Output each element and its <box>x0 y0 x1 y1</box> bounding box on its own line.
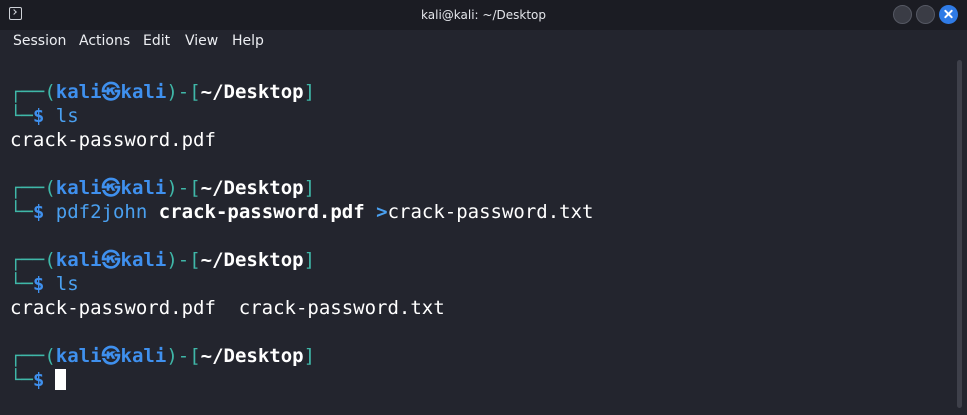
close-icon[interactable] <box>939 5 958 24</box>
command-redirect: > <box>376 201 388 223</box>
prompt-symbol: $ <box>32 201 45 223</box>
prompt-corner: ┌──( <box>10 249 56 271</box>
prompt-bracket-close: ] <box>303 177 316 199</box>
menu-bar: Session Actions Edit View Help <box>0 30 967 52</box>
prompt-corner-bottom: └─ <box>10 105 33 127</box>
prompt-corner-bottom: └─ <box>10 201 33 223</box>
terminal-window: kali@kali: ~/Desktop Session Actions Edi… <box>0 0 967 415</box>
prompt-path: ~/Desktop <box>200 81 304 103</box>
prompt-line: ┌──(kali㉿kali)-[~/Desktop] <box>10 80 315 104</box>
prompt-symbol: $ <box>32 273 45 295</box>
prompt-line: ┌──(kali㉿kali)-[~/Desktop] <box>10 248 315 272</box>
command-argument: crack-password.pdf <box>158 201 365 223</box>
title-bar[interactable]: kali@kali: ~/Desktop <box>0 0 967 30</box>
prompt-separator: ㉿ <box>101 249 121 271</box>
prompt-bracket: )-[ <box>166 177 201 199</box>
prompt-corner-bottom: └─ <box>10 369 33 391</box>
command-line: └─$ pdf2john crack-password.pdf >crack-p… <box>10 200 593 224</box>
prompt-corner-bottom: └─ <box>10 273 33 295</box>
prompt-line: ┌──(kali㉿kali)-[~/Desktop] <box>10 176 315 200</box>
menu-actions[interactable]: Actions <box>79 32 130 50</box>
prompt-user: kali <box>55 345 102 367</box>
prompt-bracket-close: ] <box>303 249 316 271</box>
menu-session[interactable]: Session <box>13 32 66 50</box>
command-line: └─$ ls <box>10 272 79 296</box>
command-output: crack-password.pdf crack-password.txt <box>10 296 445 320</box>
command-line: └─$ ls <box>10 104 79 128</box>
prompt-user: kali <box>55 177 102 199</box>
scrollbar[interactable] <box>957 60 962 408</box>
prompt-path: ~/Desktop <box>200 345 304 367</box>
prompt-path: ~/Desktop <box>200 177 304 199</box>
prompt-user: kali <box>55 249 102 271</box>
window-title: kali@kali: ~/Desktop <box>421 8 546 22</box>
output-text: crack-password.pdf crack-password.txt <box>10 297 445 319</box>
prompt-host: kali <box>120 249 167 271</box>
prompt-corner: ┌──( <box>10 345 56 367</box>
prompt-corner: ┌──( <box>10 81 56 103</box>
prompt-line: ┌──(kali㉿kali)-[~/Desktop] <box>10 344 315 368</box>
prompt-bracket: )-[ <box>166 249 201 271</box>
prompt-corner: ┌──( <box>10 177 56 199</box>
prompt-symbol: $ <box>32 369 45 391</box>
output-text: crack-password.pdf <box>10 129 216 151</box>
command-output: crack-password.pdf <box>10 128 216 152</box>
menu-help[interactable]: Help <box>232 32 264 50</box>
prompt-path: ~/Desktop <box>200 249 304 271</box>
command-text: ls <box>55 105 79 127</box>
prompt-user: kali <box>55 81 102 103</box>
command-program: pdf2john <box>55 201 148 223</box>
prompt-symbol: $ <box>32 105 45 127</box>
text-cursor <box>55 369 67 390</box>
menu-view[interactable]: View <box>185 32 218 50</box>
prompt-bracket: )-[ <box>166 81 201 103</box>
menu-edit[interactable]: Edit <box>143 32 170 50</box>
prompt-separator: ㉿ <box>101 81 121 103</box>
command-target: crack-password.txt <box>387 201 594 223</box>
prompt-separator: ㉿ <box>101 345 121 367</box>
terminal-output[interactable]: ┌──(kali㉿kali)-[~/Desktop] └─$ ls crack-… <box>0 52 955 415</box>
prompt-bracket-close: ] <box>303 81 316 103</box>
prompt-host: kali <box>120 345 167 367</box>
prompt-host: kali <box>120 81 167 103</box>
active-command-line[interactable]: └─$ <box>10 368 67 392</box>
command-text: ls <box>55 273 79 295</box>
minimize-button[interactable] <box>893 5 912 24</box>
maximize-button[interactable] <box>916 5 935 24</box>
prompt-host: kali <box>120 177 167 199</box>
prompt-bracket: )-[ <box>166 345 201 367</box>
prompt-bracket-close: ] <box>303 345 316 367</box>
prompt-separator: ㉿ <box>101 177 121 199</box>
